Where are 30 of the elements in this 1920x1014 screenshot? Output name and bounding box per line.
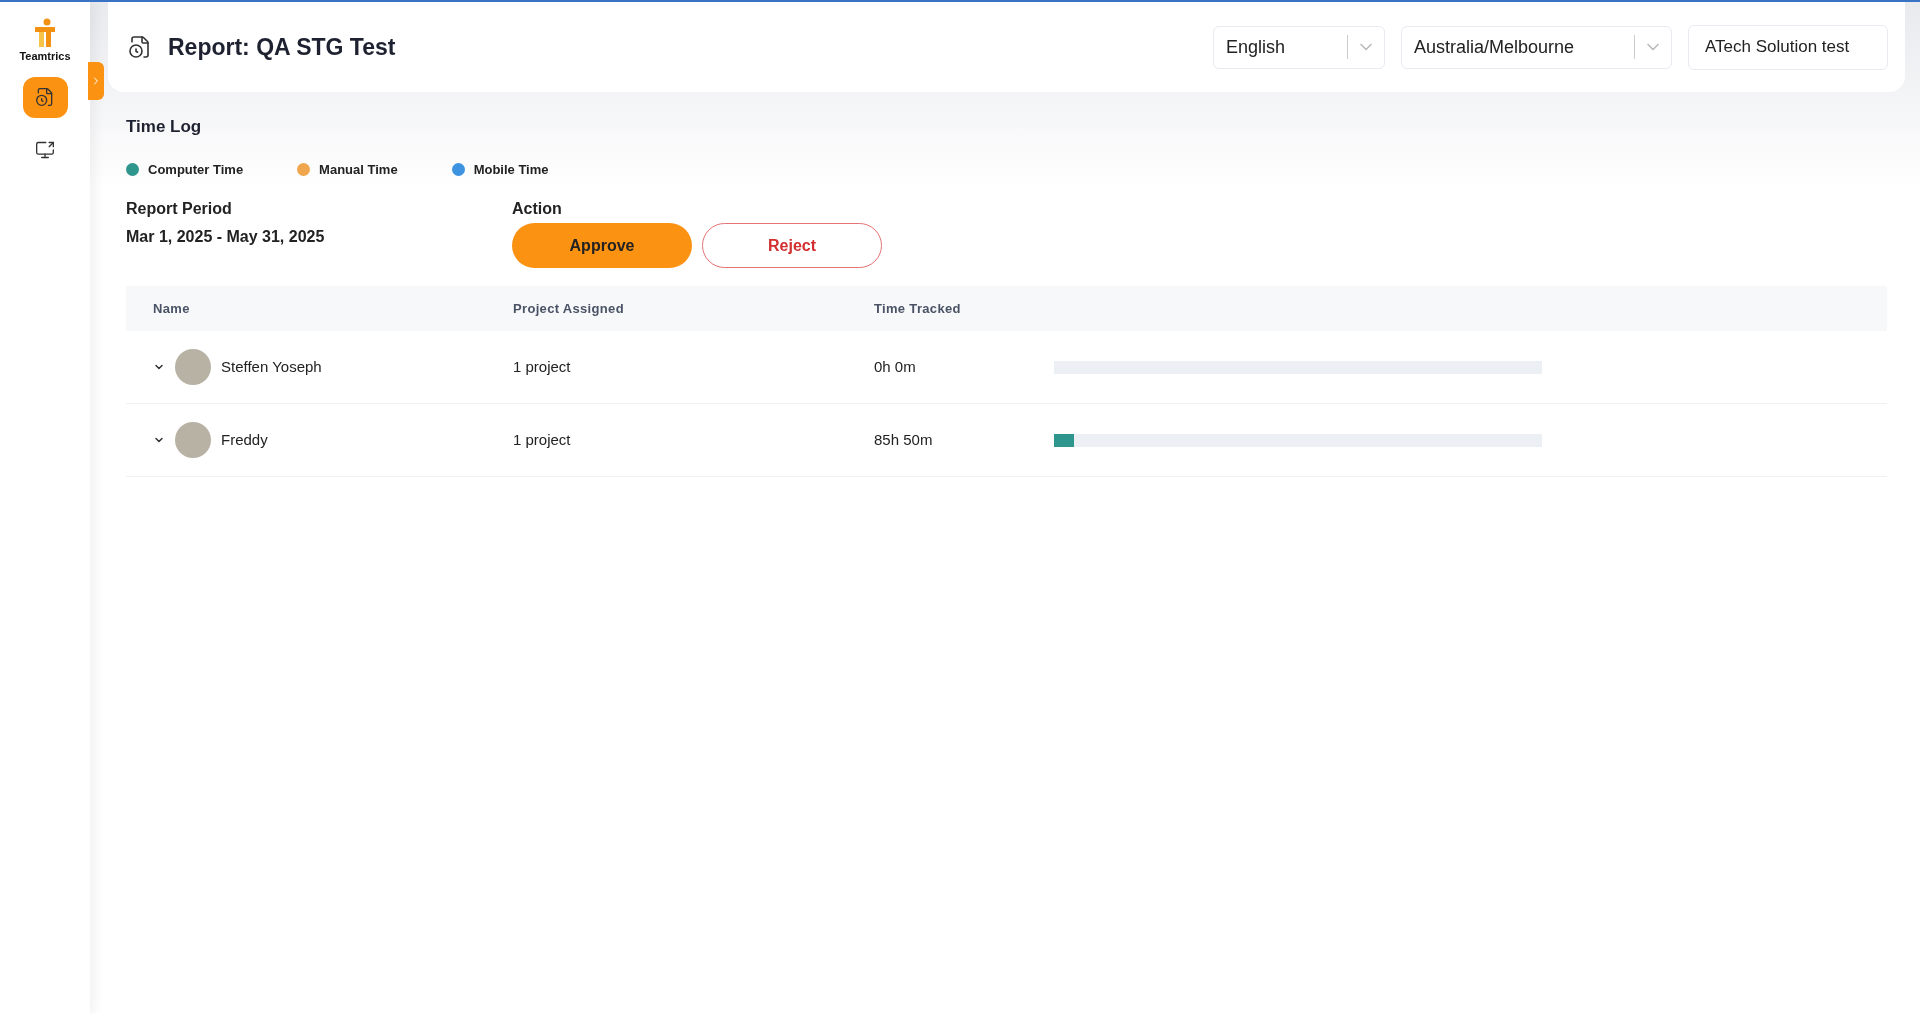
logo-text: Teamtrics xyxy=(19,49,71,64)
legend-label: Mobile Time xyxy=(473,160,549,179)
report-period-label: Report Period xyxy=(126,199,233,219)
language-select[interactable]: English xyxy=(1213,25,1385,69)
timezone-select[interactable]: Australia/Melbourne xyxy=(1401,25,1672,69)
approve-button[interactable]: Approve xyxy=(512,223,692,268)
section-title: Time Log xyxy=(126,116,203,138)
page-title: Report: QA STG Test xyxy=(168,32,397,62)
member-name: Freddy xyxy=(221,429,268,450)
project-count: 1 project xyxy=(513,356,572,377)
column-header: Time Tracked xyxy=(874,299,961,318)
report-icon xyxy=(128,35,152,59)
member-name: Steffen Yoseph xyxy=(221,356,322,377)
time-tracked: 85h 50m xyxy=(874,429,934,450)
action-label: Action xyxy=(512,199,563,219)
avatar xyxy=(175,349,211,385)
column-header: Project Assigned xyxy=(513,299,625,318)
project-count: 1 project xyxy=(513,429,572,450)
report-icon xyxy=(35,87,55,107)
time-tracked: 0h 0m xyxy=(874,356,917,377)
column-header: Name xyxy=(152,299,191,318)
reject-button[interactable]: Reject xyxy=(702,223,882,268)
avatar xyxy=(175,422,211,458)
collapse-toggle[interactable] xyxy=(88,62,104,100)
report-period-value: Mar 1, 2025 - May 31, 2025 xyxy=(126,227,326,247)
logo-icon xyxy=(33,18,57,48)
organization-field[interactable]: ATech Solution test xyxy=(1688,24,1888,70)
legend-label: Manual Time xyxy=(319,160,398,179)
legend-label: Computer Time xyxy=(148,160,244,179)
sidebar-item[interactable] xyxy=(22,76,68,118)
